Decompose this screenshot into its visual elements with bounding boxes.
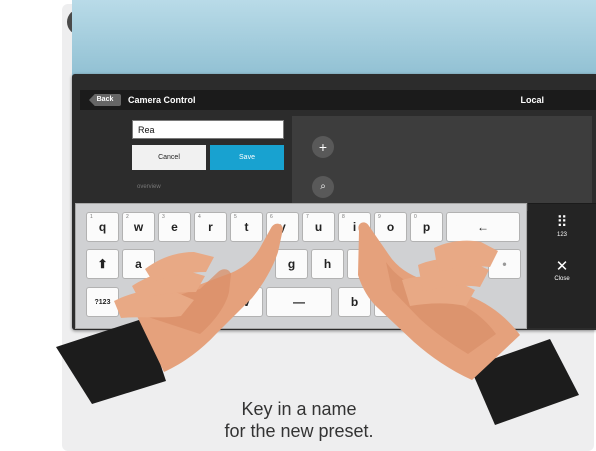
caption-line-1: Key in a name bbox=[241, 399, 357, 419]
instruction-caption: Key in a name for the new preset. bbox=[174, 398, 424, 442]
right-hand-illustration bbox=[358, 222, 579, 425]
caption-line-2: for the new preset. bbox=[224, 421, 374, 441]
typing-hands-illustration bbox=[56, 222, 579, 425]
left-hand-illustration bbox=[56, 223, 283, 404]
